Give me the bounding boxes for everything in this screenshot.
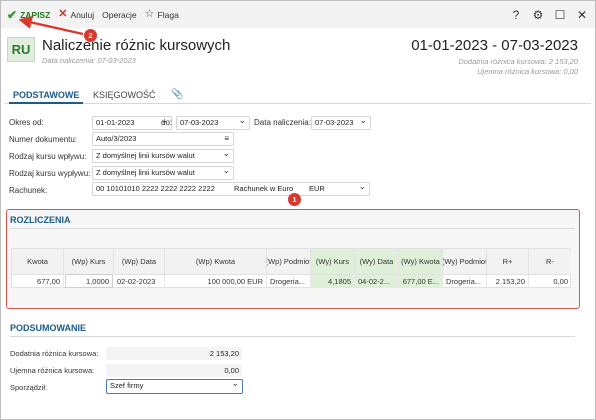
annotation-marker-1: 1 [288, 193, 301, 206]
annotation-arrow [18, 16, 84, 36]
annotation-marker-2: 2 [84, 29, 97, 42]
window: ✔ ZAPISZ ✕ Anuluj Operacje ☆ Flaga ? ⚙ ☐… [0, 0, 596, 420]
